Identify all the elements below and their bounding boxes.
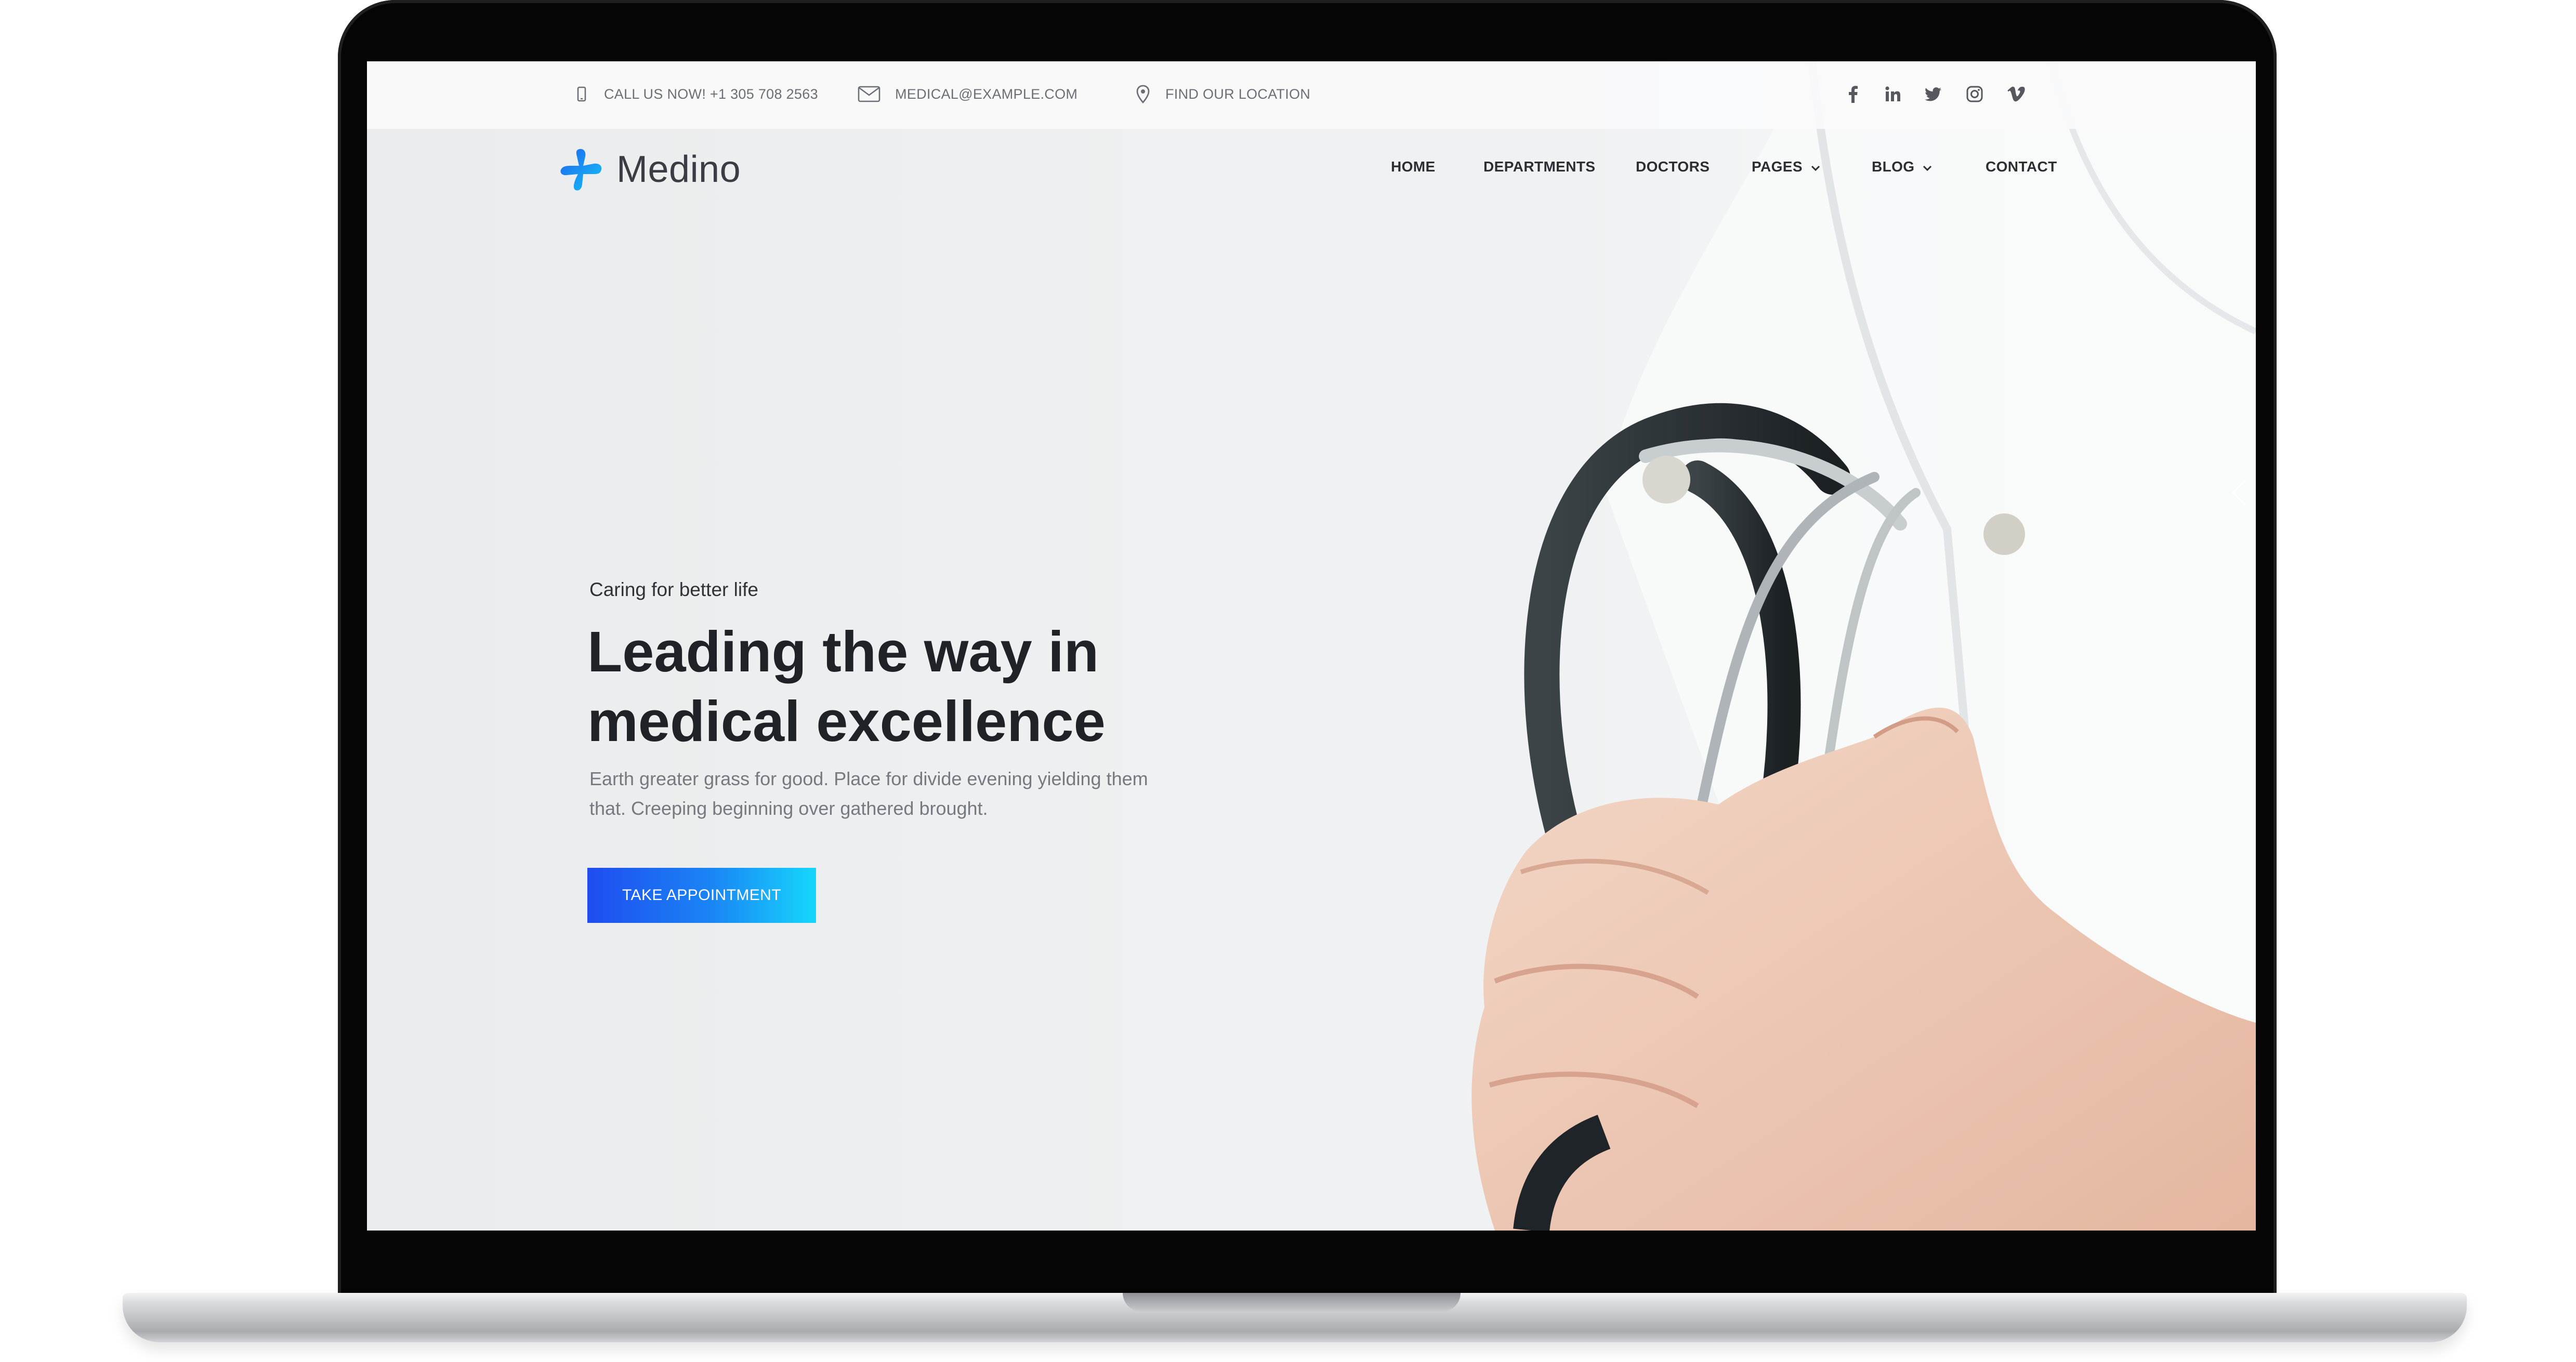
vimeo-icon[interactable] (2004, 81, 2028, 107)
nav-doctors[interactable]: DOCTORS (1636, 154, 1710, 180)
chevron-down-icon (1923, 158, 1932, 175)
slider-prev-arrow-icon[interactable] (2229, 477, 2250, 508)
instagram-icon[interactable] (1963, 81, 1987, 107)
envelope-icon (857, 84, 882, 104)
take-appointment-button[interactable]: TAKE APPOINTMENT (587, 868, 816, 923)
phone-contact[interactable]: CALL US NOW! +1 305 708 2563 (573, 82, 818, 106)
brand-logo[interactable]: Medino (559, 143, 741, 195)
medical-cross-icon (560, 149, 602, 191)
laptop-hinge-notch (1123, 1293, 1461, 1312)
hero-title-line1: Leading the way in (587, 620, 1099, 684)
top-contact-bar: CALL US NOW! +1 305 708 2563 MEDICAL@EXA… (367, 61, 2256, 129)
nav-pages[interactable]: PAGES (1752, 154, 1820, 180)
chevron-down-icon (1811, 158, 1820, 175)
brand-name: Medino (616, 149, 741, 190)
nav-contact[interactable]: CONTACT (1986, 154, 2057, 180)
map-pin-icon (1134, 84, 1152, 104)
phone-text: CALL US NOW! +1 305 708 2563 (604, 86, 818, 102)
nav-blog[interactable]: BLOG (1872, 154, 1932, 180)
hero-title-line2: medical excellence (587, 690, 1106, 753)
nav-departments[interactable]: DEPARTMENTS (1483, 154, 1595, 180)
twitter-icon[interactable] (1921, 81, 1945, 107)
nav-blog-label: BLOG (1872, 158, 1915, 175)
hero-eyebrow: Caring for better life (589, 579, 758, 600)
nav-pages-label: PAGES (1752, 158, 1803, 175)
hero-description: Earth greater grass for good. Place for … (589, 768, 1148, 819)
facebook-icon[interactable] (1841, 81, 1865, 107)
phone-icon (573, 84, 590, 104)
hero-title: Leading the way in medical excellence (587, 617, 1106, 757)
email-text: MEDICAL@EXAMPLE.COM (895, 86, 1078, 102)
website-screen: CALL US NOW! +1 305 708 2563 MEDICAL@EXA… (367, 61, 2256, 1231)
location-contact[interactable]: FIND OUR LOCATION (1134, 82, 1310, 106)
linkedin-icon[interactable] (1881, 81, 1905, 107)
nav-home[interactable]: HOME (1391, 154, 1436, 180)
location-text: FIND OUR LOCATION (1165, 86, 1311, 102)
email-contact[interactable]: MEDICAL@EXAMPLE.COM (857, 82, 1077, 106)
